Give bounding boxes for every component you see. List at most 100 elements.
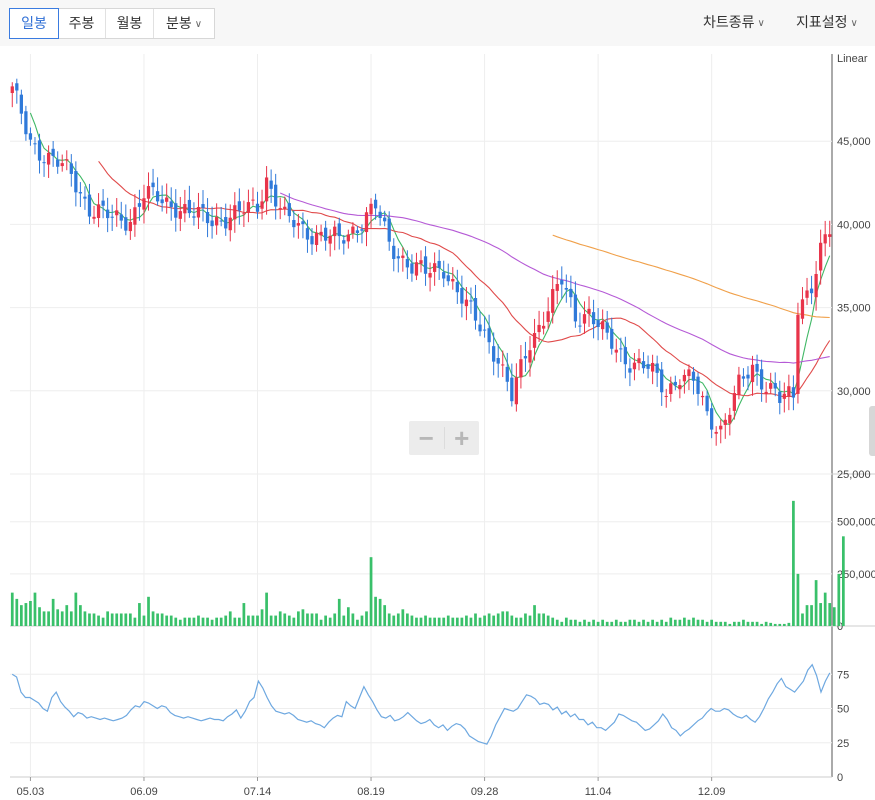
volume-bar <box>97 615 100 626</box>
candle-body <box>187 199 192 214</box>
candle <box>700 391 705 406</box>
candle-body <box>796 314 800 394</box>
candle-body <box>392 245 396 259</box>
candle-body <box>319 231 323 236</box>
rsi-tick-label: 75 <box>837 669 849 681</box>
zoom-out-button[interactable]: − <box>409 421 444 455</box>
candle <box>83 186 87 210</box>
candle <box>378 205 382 226</box>
candle-body <box>151 182 155 188</box>
volume-bar <box>319 619 323 626</box>
candle-body <box>28 133 33 140</box>
candle <box>196 192 201 229</box>
volume-bar <box>737 621 741 626</box>
candle-body <box>46 152 51 165</box>
candle <box>396 248 400 273</box>
volume-bar <box>510 615 514 626</box>
candle-body <box>678 385 682 390</box>
candle <box>333 220 337 251</box>
candle-body <box>764 391 768 394</box>
tab-minute[interactable]: 분봉 ∨ <box>154 9 214 38</box>
volume-bar <box>33 592 37 626</box>
candle <box>573 281 578 328</box>
volume-bar <box>56 609 60 626</box>
candle <box>605 310 609 340</box>
candle-body <box>383 217 387 222</box>
candle <box>432 252 437 286</box>
candle <box>764 381 768 403</box>
candle-body <box>24 111 28 135</box>
volume-bar <box>392 615 396 626</box>
indicator-settings-label: 지표설정 <box>796 14 848 30</box>
volume-bar <box>260 609 264 626</box>
volume-bar <box>696 619 700 626</box>
tab-weekly[interactable]: 주봉 <box>58 9 106 38</box>
volume-bar <box>310 613 314 626</box>
candle <box>805 277 809 306</box>
volume-bar <box>51 598 55 626</box>
volume-bar <box>746 621 750 626</box>
candle <box>610 317 614 355</box>
candle <box>750 355 755 396</box>
candle <box>787 374 791 411</box>
volume-bar <box>119 613 123 626</box>
candle-body <box>401 255 405 258</box>
candle <box>446 263 450 286</box>
candle-body <box>582 314 587 324</box>
x-tick-label: 05.03 <box>17 786 45 798</box>
candle-body <box>137 203 142 207</box>
volume-bar <box>614 619 618 626</box>
volume-bar <box>383 605 387 626</box>
candle <box>15 78 19 104</box>
candle-body <box>673 381 677 386</box>
volume-bar <box>242 603 246 626</box>
tab-monthly[interactable]: 월봉 <box>106 9 154 38</box>
volume-bar <box>174 617 178 626</box>
candle-body <box>564 287 568 290</box>
volume-bar <box>533 605 536 626</box>
volume-bar <box>401 609 405 626</box>
candle <box>714 426 718 446</box>
candle-body <box>714 431 718 434</box>
volume-bar <box>29 600 32 626</box>
candle-body <box>192 216 196 218</box>
rsi-tick-label: 25 <box>837 738 849 750</box>
zoom-in-button[interactable]: + <box>445 421 480 455</box>
volume-bar <box>346 607 350 626</box>
candle <box>60 154 64 172</box>
x-tick-label: 09.28 <box>471 786 499 798</box>
candle-body <box>251 199 255 201</box>
volume-bar <box>560 621 564 626</box>
candle-body <box>732 393 736 411</box>
candle <box>69 154 73 187</box>
candle-body <box>342 240 346 244</box>
volume-bar <box>469 617 473 626</box>
volume-bar <box>751 621 754 626</box>
volume-bar <box>142 615 146 626</box>
volume-bar <box>228 611 232 626</box>
candle-body <box>74 170 78 193</box>
volume-bar <box>197 615 200 626</box>
candle-body <box>128 221 132 232</box>
candle-body <box>51 148 55 156</box>
candle <box>364 207 369 247</box>
volume-bar <box>701 619 704 626</box>
scroll-handle[interactable] <box>869 406 875 456</box>
candle <box>423 246 428 286</box>
volume-bar <box>88 613 91 626</box>
volume-bar <box>165 615 169 626</box>
indicator-settings-menu[interactable]: 지표설정 ∨ <box>796 12 858 32</box>
candle-body <box>632 362 637 370</box>
candle-body <box>351 226 355 234</box>
candle <box>255 191 260 219</box>
candle <box>78 182 83 207</box>
volume-bar <box>378 598 382 626</box>
candle-body <box>682 374 687 382</box>
candle <box>392 238 396 272</box>
volume-bar <box>819 603 823 626</box>
tab-daily[interactable]: 일봉 <box>9 8 59 39</box>
chart-type-label: 차트종류 <box>703 14 755 30</box>
candle-body <box>78 192 83 194</box>
chart-type-menu[interactable]: 차트종류 ∨ <box>703 12 765 32</box>
candle-body <box>369 203 373 215</box>
